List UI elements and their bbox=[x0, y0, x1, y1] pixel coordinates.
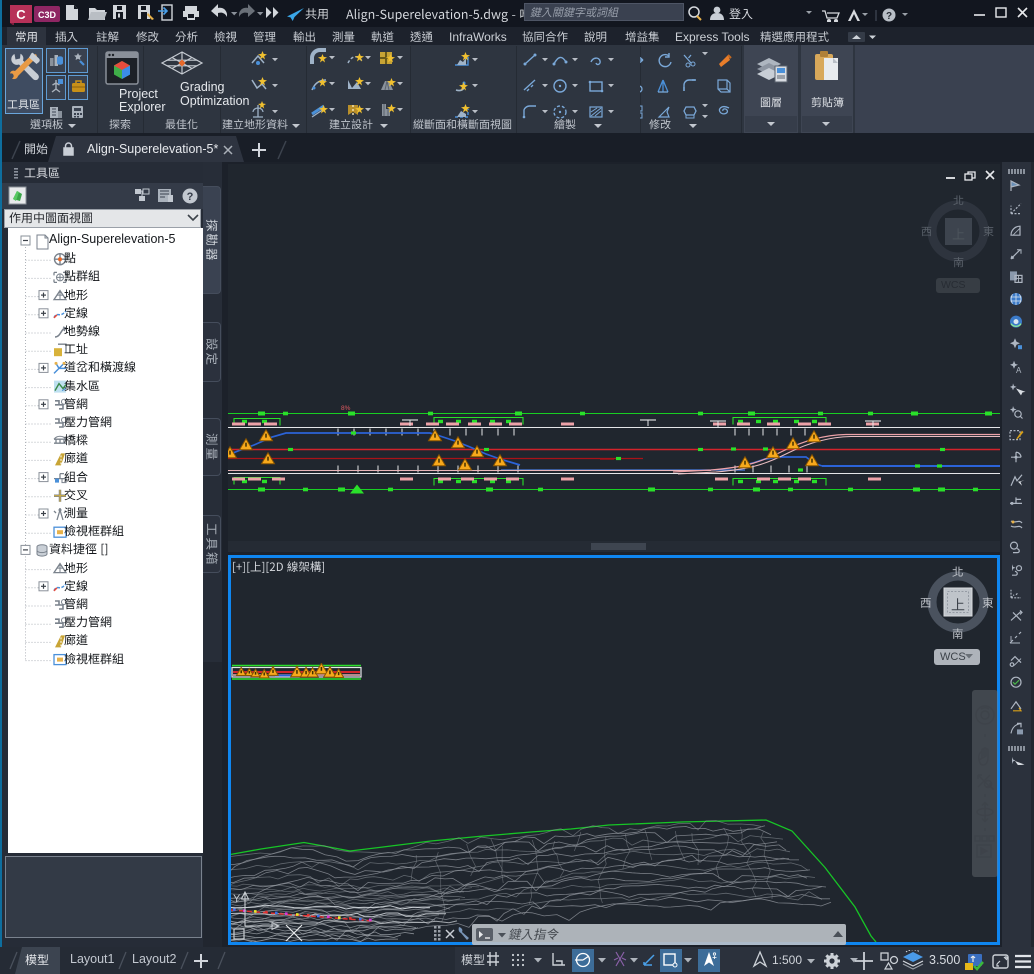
svg-text:8%: 8% bbox=[341, 405, 351, 412]
svg-text:?: ? bbox=[187, 191, 194, 203]
svg-text:A: A bbox=[1016, 366, 1022, 375]
svg-text:Y: Y bbox=[233, 893, 241, 905]
svg-text:?: ? bbox=[886, 11, 892, 22]
